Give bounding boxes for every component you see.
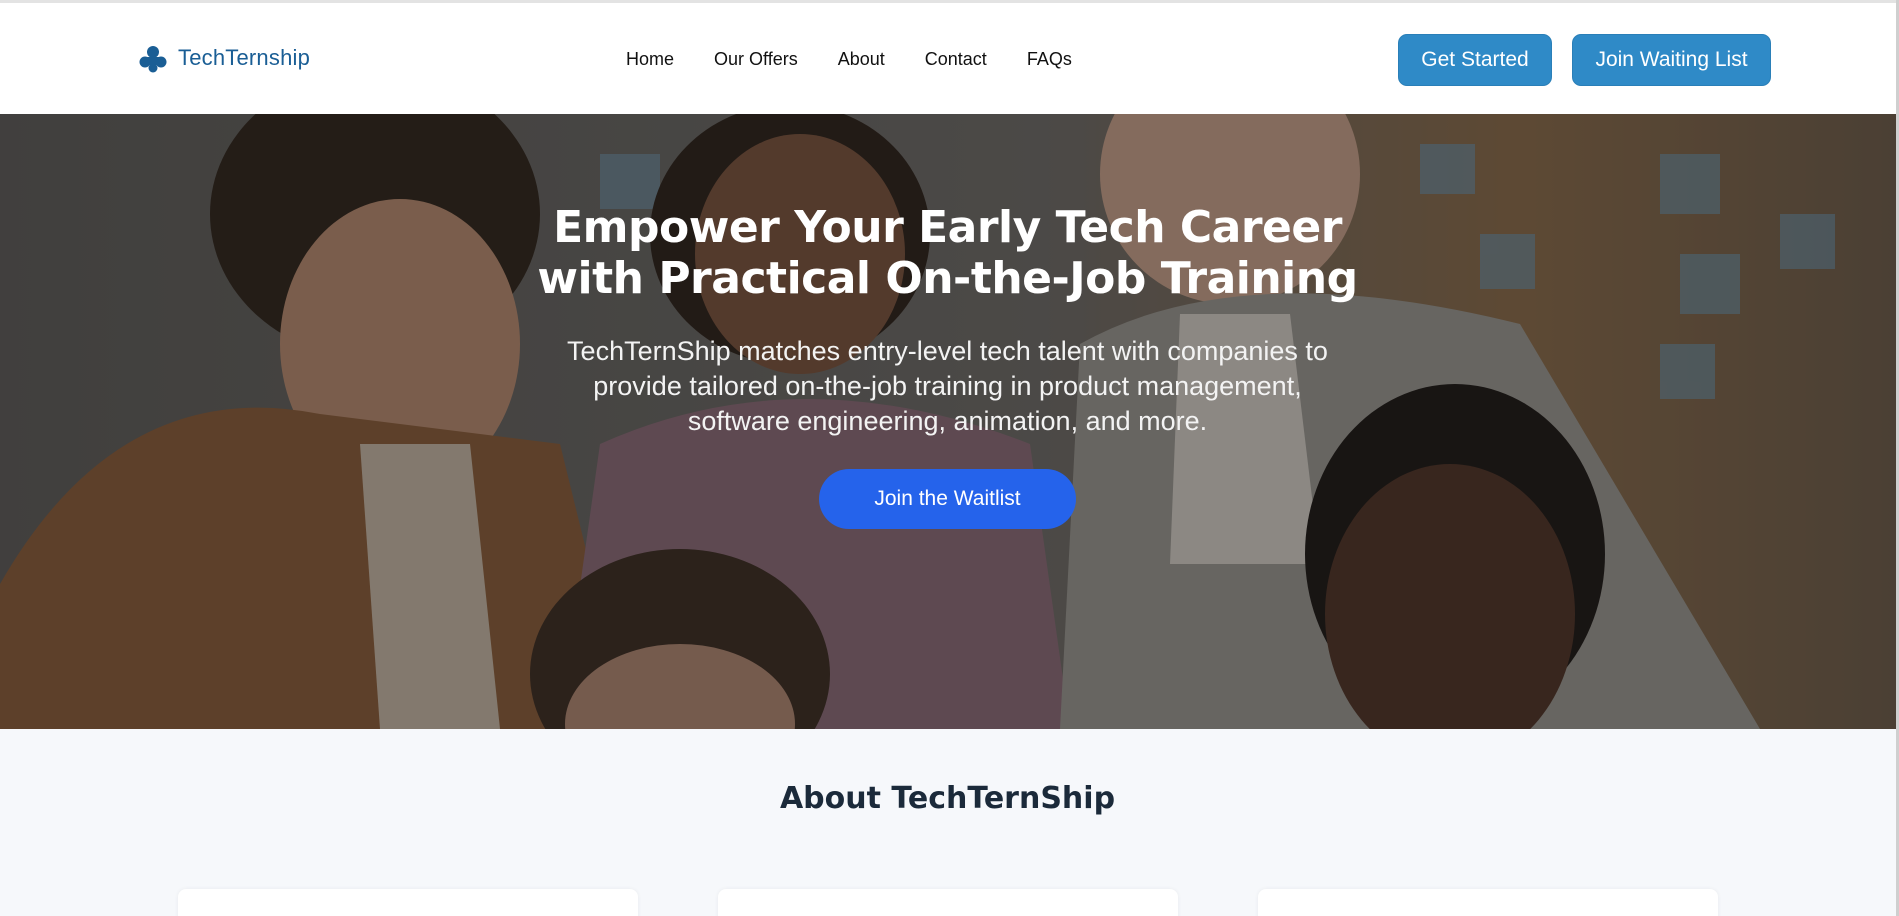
- page: TechTernship Home Our Offers About Conta…: [0, 0, 1899, 916]
- about-card: [1258, 889, 1718, 916]
- about-section: About TechTernShip: [0, 729, 1899, 916]
- get-started-button[interactable]: Get Started: [1398, 34, 1552, 86]
- about-card: [718, 889, 1178, 916]
- hero-subtitle-line-1: TechTernShip matches entry-level tech ta…: [567, 336, 1328, 366]
- brand-logo[interactable]: TechTernship: [138, 43, 310, 73]
- about-title: About TechTernShip: [779, 781, 1116, 816]
- hero-subtitle: TechTernShip matches entry-level tech ta…: [520, 334, 1375, 439]
- nav-about[interactable]: About: [838, 49, 885, 70]
- nav-our-offers[interactable]: Our Offers: [714, 49, 798, 70]
- hero-subtitle-line-2: provide tailored on-the-job training in …: [593, 371, 1302, 401]
- nav-faqs[interactable]: FAQs: [1027, 49, 1072, 70]
- brand-name: TechTernship: [178, 45, 311, 70]
- hero-headline: Empower Your Early Tech Career with Prac…: [420, 202, 1475, 304]
- hero-subtitle-line-3: software engineering, animation, and mor…: [687, 406, 1208, 436]
- about-card: [178, 889, 638, 916]
- hero-headline-line-2: with Practical On-the-Job Training: [537, 253, 1358, 304]
- logo-icon: [139, 46, 167, 73]
- nav-contact[interactable]: Contact: [925, 49, 987, 70]
- join-the-waitlist-button[interactable]: Join the Waitlist: [819, 469, 1076, 529]
- main-nav: Home Our Offers About Contact FAQs: [626, 49, 1072, 70]
- hero-section: Empower Your Early Tech Career with Prac…: [0, 114, 1899, 729]
- hero-headline-line-1: Empower Your Early Tech Career: [553, 202, 1342, 253]
- site-header: TechTernship Home Our Offers About Conta…: [0, 3, 1899, 114]
- nav-home[interactable]: Home: [626, 49, 674, 70]
- join-waiting-list-button[interactable]: Join Waiting List: [1572, 34, 1771, 86]
